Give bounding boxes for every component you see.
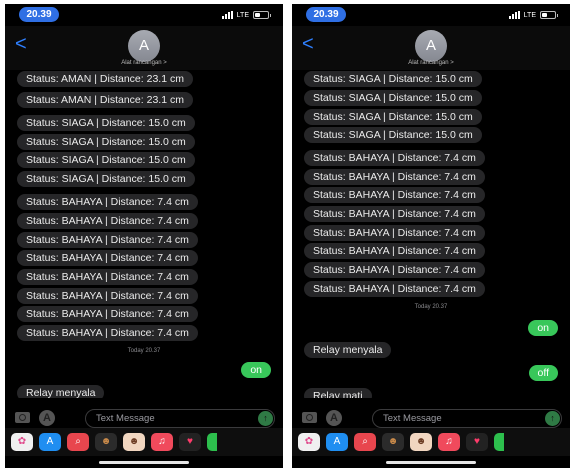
incoming-message: Status: SIAGA | Distance: 15.0 cm (304, 90, 482, 106)
send-icon[interactable]: ↑ (258, 411, 273, 426)
signal-icon (221, 11, 233, 19)
incoming-message: Relay menyala (17, 385, 105, 398)
incoming-message: Status: SIAGA | Distance: 15.0 cm (17, 115, 195, 131)
photos-icon[interactable]: ✿ (298, 433, 320, 451)
incoming-message: Status: BAHAYA | Distance: 7.4 cm (17, 194, 198, 210)
phone-screen-right: 20.39 LTE < A Alat rancangan > Status: S… (292, 4, 570, 468)
divider (288, 0, 289, 472)
signal-icon (508, 11, 520, 19)
battery-icon (540, 11, 558, 19)
outgoing-message: on (528, 320, 558, 336)
incoming-message: Status: BAHAYA | Distance: 7.4 cm (304, 225, 485, 241)
incoming-message: Status: BAHAYA | Distance: 7.4 cm (17, 325, 198, 341)
music-icon[interactable]: ♫ (438, 433, 460, 451)
app-store-icon[interactable]: A (326, 410, 342, 426)
incoming-message: Status: BAHAYA | Distance: 7.4 cm (304, 206, 485, 222)
app-store-icon[interactable]: A (39, 410, 55, 426)
contact-name[interactable]: Alat rancangan > (5, 60, 283, 66)
network-label: LTE (236, 11, 249, 19)
status-time[interactable]: 20.39 (306, 7, 346, 22)
compose-bar: A Text Message ↑ (5, 408, 283, 428)
incoming-message: Status: AMAN | Distance: 23.1 cm (17, 92, 193, 108)
app-icon[interactable] (494, 433, 504, 451)
incoming-message: Status: SIAGA | Distance: 15.0 cm (17, 134, 195, 150)
message-list[interactable]: Status: SIAGA | Distance: 15.0 cm Status… (292, 70, 570, 398)
memoji-icon[interactable]: ☻ (410, 433, 432, 451)
incoming-message: Status: BAHAYA | Distance: 7.4 cm (304, 243, 485, 259)
heart-icon[interactable]: ♥ (179, 433, 201, 451)
conversation-header: < A Alat rancangan > (5, 26, 283, 70)
message-input[interactable]: Text Message (85, 409, 275, 428)
incoming-message: Status: BAHAYA | Distance: 7.4 cm (304, 262, 485, 278)
incoming-message: Status: BAHAYA | Distance: 7.4 cm (17, 306, 198, 322)
home-indicator[interactable] (99, 461, 189, 464)
back-button[interactable]: < (15, 34, 27, 54)
incoming-message: Status: AMAN | Distance: 23.1 cm (17, 71, 193, 87)
home-indicator[interactable] (386, 461, 476, 464)
app-store-icon[interactable]: A (39, 433, 61, 451)
phone-screen-left: 20.39 LTE < A Alat rancangan > Status: A… (5, 4, 283, 468)
back-button[interactable]: < (302, 34, 314, 54)
camera-icon[interactable] (15, 412, 30, 423)
compose-bar: A Text Message ↑ (292, 408, 570, 428)
avatar[interactable]: A (128, 30, 160, 62)
avatar[interactable]: A (415, 30, 447, 62)
message-list[interactable]: Status: AMAN | Distance: 23.1 cm Status:… (5, 70, 283, 398)
incoming-message: Status: BAHAYA | Distance: 7.4 cm (304, 281, 485, 297)
status-indicators: LTE (221, 10, 271, 20)
incoming-message: Status: BAHAYA | Distance: 7.4 cm (17, 213, 198, 229)
music-icon[interactable]: ♫ (151, 433, 173, 451)
message-input[interactable]: Text Message (372, 409, 562, 428)
incoming-message: Status: BAHAYA | Distance: 7.4 cm (304, 187, 485, 203)
camera-icon[interactable] (302, 412, 317, 423)
app-drawer: ✿ A ⌕ ☻ ☻ ♫ ♥ (292, 428, 570, 456)
status-time[interactable]: 20.39 (19, 7, 59, 22)
message-timestamp: Today 20.37 (414, 304, 448, 310)
outgoing-message: on (241, 362, 271, 378)
contact-name[interactable]: Alat rancangan > (292, 60, 570, 66)
search-images-icon[interactable]: ⌕ (354, 433, 376, 451)
app-store-icon[interactable]: A (326, 433, 348, 451)
incoming-message: Status: BAHAYA | Distance: 7.4 cm (17, 250, 198, 266)
incoming-message: Relay menyala (304, 342, 392, 358)
incoming-message: Status: SIAGA | Distance: 15.0 cm (304, 71, 482, 87)
app-drawer: ✿ A ⌕ ☻ ☻ ♫ ♥ (5, 428, 283, 456)
incoming-message: Status: BAHAYA | Distance: 7.4 cm (17, 232, 198, 248)
memoji-icon[interactable]: ☻ (382, 433, 404, 451)
incoming-message: Status: BAHAYA | Distance: 7.4 cm (304, 169, 485, 185)
status-bar: 20.39 LTE (5, 4, 283, 26)
incoming-message: Status: SIAGA | Distance: 15.0 cm (304, 127, 482, 143)
battery-icon (253, 11, 271, 19)
heart-icon[interactable]: ♥ (466, 433, 488, 451)
app-icon[interactable] (207, 433, 217, 451)
photos-icon[interactable]: ✿ (11, 433, 33, 451)
message-timestamp: Today 20.37 (127, 348, 161, 354)
incoming-message: Relay mati (304, 388, 372, 398)
incoming-message: Status: SIAGA | Distance: 15.0 cm (304, 109, 482, 125)
incoming-message: Status: SIAGA | Distance: 15.0 cm (17, 152, 195, 168)
status-bar: 20.39 LTE (292, 4, 570, 26)
incoming-message: Status: SIAGA | Distance: 15.0 cm (17, 171, 195, 187)
network-label: LTE (523, 11, 536, 19)
memoji-icon[interactable]: ☻ (95, 433, 117, 451)
send-icon[interactable]: ↑ (545, 411, 560, 426)
incoming-message: Status: BAHAYA | Distance: 7.4 cm (17, 269, 198, 285)
incoming-message: Status: BAHAYA | Distance: 7.4 cm (17, 288, 198, 304)
incoming-message: Status: BAHAYA | Distance: 7.4 cm (304, 150, 485, 166)
status-indicators: LTE (508, 10, 558, 20)
search-images-icon[interactable]: ⌕ (67, 433, 89, 451)
outgoing-message: off (528, 365, 558, 381)
conversation-header: < A Alat rancangan > (292, 26, 570, 70)
memoji-icon[interactable]: ☻ (123, 433, 145, 451)
